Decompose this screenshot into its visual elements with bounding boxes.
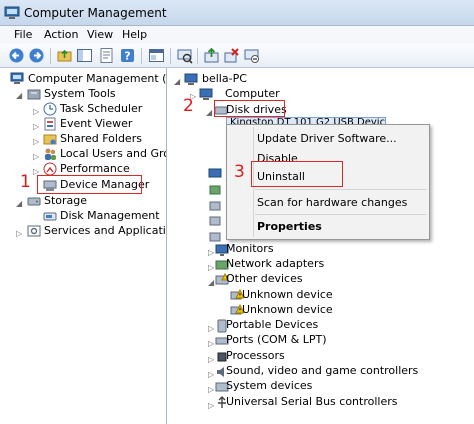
window-title: Computer Management [24,6,167,20]
menu-help[interactable]: Help [122,28,147,41]
collapse-arrow-icon[interactable]: ◢ [206,108,212,118]
tree-item-system-tools[interactable]: System Tools [44,86,116,101]
tree-item-unknown-device-2[interactable]: Unknown device [242,302,333,317]
tree-root-computer-management[interactable]: Computer Management (Local [28,71,166,86]
console-tree-icon[interactable] [148,47,165,64]
forward-arrow-icon[interactable] [28,47,45,64]
tree-item-usb-controllers[interactable]: Universal Serial Bus controllers [226,394,397,409]
computer-management-icon [10,72,24,84]
collapse-arrow-icon[interactable]: ◢ [208,278,214,288]
services-icon [27,225,41,237]
disable-device-icon[interactable] [243,47,260,64]
expand-arrow-icon[interactable]: ▷ [33,152,39,162]
menu-action[interactable]: Action [44,28,78,41]
performance-icon [43,162,57,176]
expand-arrow-icon[interactable]: ▷ [33,122,39,132]
computer-icon [184,73,198,85]
tree-item-event-viewer[interactable]: Event Viewer [60,116,132,131]
computer-category-icon [199,88,213,100]
toolbar: ? [0,44,474,68]
expand-arrow-icon[interactable]: ▷ [208,263,214,273]
tree-item-unknown-device-1[interactable]: Unknown device [242,287,333,302]
storage-icon [27,197,41,206]
shared-folders-icon [43,134,57,145]
back-arrow-icon[interactable] [8,47,25,64]
tree-item-network-adapters[interactable]: Network adapters [226,256,324,271]
system-tools-icon [27,89,41,100]
expand-arrow-icon[interactable]: ▷ [208,324,214,334]
expand-arrow-icon[interactable]: ▷ [208,248,214,258]
help-icon[interactable]: ? [119,47,136,64]
step-number-1: 1 [20,172,31,192]
device-icon [209,201,221,211]
highlight-box-device-manager [37,175,142,194]
console-tree-pane: Computer Management (Local ◢ System Tool… [0,68,167,424]
network-device-icon [209,185,221,195]
menu-separator [255,214,427,215]
collapse-arrow-icon[interactable]: ◢ [16,199,22,209]
tree-item-system-devices[interactable]: System devices [226,378,312,393]
tree-item-portable-devices[interactable]: Portable Devices [226,317,318,332]
tree-item-bella-pc[interactable]: bella-PC [202,71,247,86]
uninstall-device-icon[interactable] [223,47,240,64]
step-number-2: 2 [183,96,194,116]
menu-item-scan-hardware[interactable]: Scan for hardware changes [257,196,407,209]
local-users-icon [45,148,56,160]
tree-item-other-devices[interactable]: Other devices [226,271,303,286]
expand-arrow-icon[interactable]: ▷ [33,137,39,147]
device-icon [209,232,221,242]
properties-sheet-icon[interactable] [98,47,115,64]
collapse-arrow-icon[interactable]: ◢ [16,91,22,101]
svg-text:?: ? [124,50,130,63]
expand-arrow-icon[interactable]: ▷ [208,355,214,365]
expand-arrow-icon[interactable]: ▷ [16,229,22,239]
menu-item-update-driver[interactable]: Update Driver Software... [257,132,397,145]
collapse-arrow-icon[interactable]: ◢ [174,77,180,87]
tree-item-local-users[interactable]: Local Users and Groups [60,146,166,161]
title-bar: Computer Management [0,0,474,26]
update-driver-icon[interactable] [203,47,220,64]
computer-management-icon [4,6,20,19]
task-scheduler-icon [43,102,57,116]
up-folder-icon[interactable] [56,47,73,64]
highlight-box-disk-drives [214,100,285,117]
tree-item-ports[interactable]: Ports (COM & LPT) [226,332,327,347]
menu-file[interactable]: File [14,28,32,41]
toolbar-separator [170,48,171,64]
event-viewer-icon [44,117,56,131]
tree-item-performance[interactable]: Performance [60,161,130,176]
tree-item-storage[interactable]: Storage [44,193,87,208]
expand-arrow-icon[interactable]: ▷ [33,107,39,117]
device-icon [209,216,221,226]
tree-item-processors[interactable]: Processors [226,348,285,363]
tree-item-shared-folders[interactable]: Shared Folders [60,131,142,146]
expand-arrow-icon[interactable]: ▷ [208,339,214,349]
menu-separator [255,189,427,190]
menu-view[interactable]: View [87,28,113,41]
expand-arrow-icon[interactable]: ▷ [208,401,214,411]
computer-management-window: Computer Management File Action View Hel… [0,0,474,424]
tree-item-task-scheduler[interactable]: Task Scheduler [60,101,142,116]
menu-bar: File Action View Help [0,26,474,44]
tree-item-monitors[interactable]: Monitors [226,241,274,256]
tree-item-sound-video[interactable]: Sound, video and game controllers [226,363,418,378]
tree-item-computer[interactable]: Computer [225,86,280,101]
highlight-box-uninstall [251,161,343,187]
monitor-device-icon [208,168,222,178]
toolbar-separator [50,48,51,64]
menu-item-properties[interactable]: Properties [257,220,322,233]
scan-hardware-icon[interactable] [176,47,193,64]
tree-item-services-applications[interactable]: Services and Applications [44,223,166,238]
show-hide-tree-icon[interactable] [76,47,93,64]
toolbar-separator [141,48,142,64]
step-number-3: 3 [234,162,245,182]
disk-management-icon [43,212,57,221]
expand-arrow-icon[interactable]: ▷ [208,370,214,380]
tree-item-disk-management[interactable]: Disk Management [60,208,160,223]
toolbar-separator [197,48,198,64]
expand-arrow-icon[interactable]: ▷ [208,385,214,395]
